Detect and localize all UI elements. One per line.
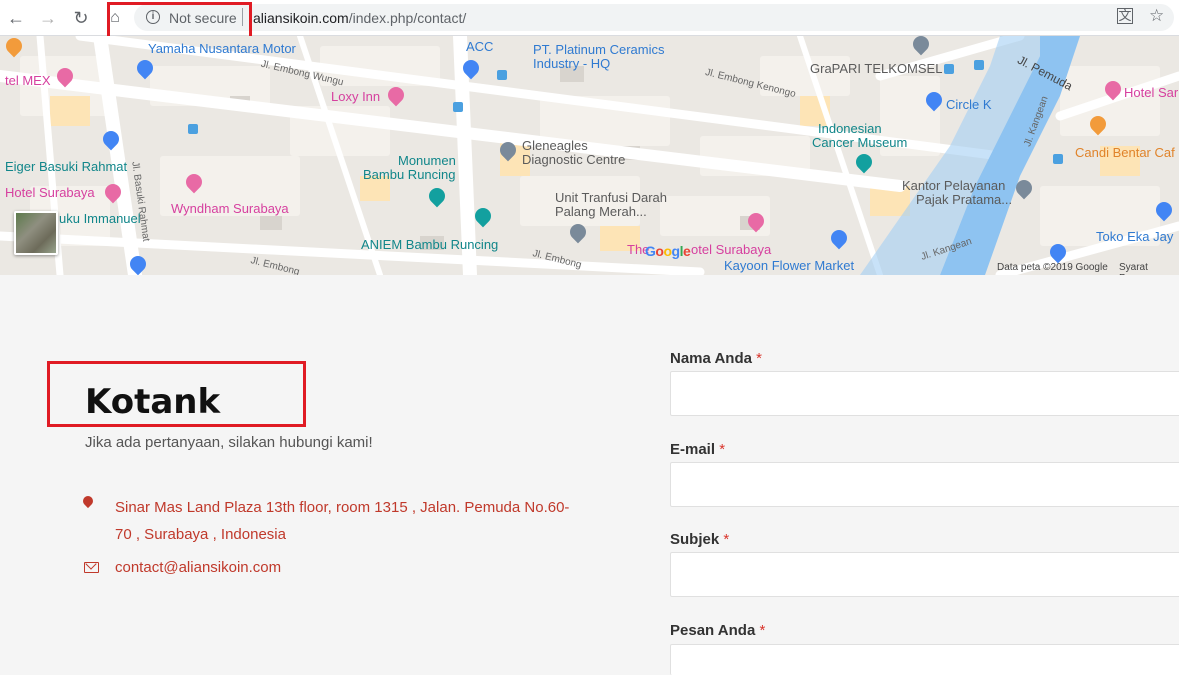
map-place-label[interactable]: uku Immanuel <box>59 212 141 226</box>
required-mark: * <box>719 441 726 458</box>
map-data-credit: Data peta ©2019 Google <box>997 262 1108 273</box>
map-place-label[interactable]: tel MEX <box>5 74 51 88</box>
required-mark: * <box>723 531 730 548</box>
name-field-label: Nama Anda * <box>670 350 762 367</box>
map-place-label[interactable]: Diagnostic Centre <box>522 153 625 167</box>
map-place-label[interactable]: Kantor Pelayanan <box>902 179 1005 193</box>
address-bar[interactable]: i Not secure aliansikoin.com/index.php/c… <box>134 4 1174 31</box>
email-field-label: E-mail * <box>670 441 725 458</box>
label-text: Subjek <box>670 531 720 548</box>
url-text[interactable]: aliansikoin.com/index.php/contact/ <box>253 10 466 26</box>
translate-icon[interactable]: 文 <box>1117 8 1133 24</box>
contact-email-link[interactable]: contact@aliansikoin.com <box>115 559 281 576</box>
logo-letter: o <box>663 243 672 259</box>
logo-letter: g <box>671 243 681 259</box>
map-place-label[interactable]: PT. Platinum Ceramics <box>533 43 664 57</box>
bus-stop-icon[interactable] <box>944 64 954 74</box>
map-place-label[interactable]: Circle K <box>946 98 992 112</box>
map-place-label[interactable]: Pajak Pratama... <box>916 193 1012 207</box>
bus-stop-icon[interactable] <box>497 70 507 80</box>
highlight-box-security <box>107 2 252 39</box>
message-textarea[interactable] <box>670 644 1179 675</box>
bus-stop-icon[interactable] <box>974 60 984 70</box>
reload-icon[interactable]: ↻ <box>69 6 93 30</box>
map-place-label[interactable]: Eiger Basuki Rahmat <box>5 160 127 174</box>
map-place-label[interactable]: Hotel Surabaya <box>5 186 95 200</box>
map-place-label[interactable]: Unit Tranfusi Darah <box>555 191 667 205</box>
satellite-view-thumbnail[interactable] <box>14 211 58 255</box>
url-path: /index.php/contact/ <box>348 10 467 26</box>
map-place-label[interactable]: ACC <box>466 40 493 54</box>
highlight-box-title <box>47 361 306 427</box>
envelope-icon <box>84 562 99 573</box>
map-terms-link[interactable]: Syarat Penggu <box>1119 262 1179 275</box>
bus-stop-icon[interactable] <box>188 124 198 134</box>
required-mark: * <box>756 350 762 367</box>
message-field-label: Pesan Anda * <box>670 622 765 639</box>
map-place-label[interactable]: Industry - HQ <box>533 57 610 71</box>
map-place-label[interactable]: otel Surabaya <box>691 243 771 257</box>
logo-letter: G <box>645 243 656 259</box>
bookmark-star-icon[interactable]: ☆ <box>1149 6 1164 26</box>
forward-icon[interactable]: → <box>36 6 60 30</box>
map-place-label[interactable]: Monumen <box>398 154 456 168</box>
map-place-label[interactable]: Palang Merah... <box>555 205 647 219</box>
subject-input[interactable] <box>670 552 1179 597</box>
map-place-label[interactable]: Wyndham Surabaya <box>171 202 289 216</box>
page-subtitle: Jika ada pertanyaan, silakan hubungi kam… <box>85 434 373 451</box>
name-input[interactable] <box>670 371 1179 416</box>
map-place-label[interactable]: Hotel Sar <box>1124 86 1178 100</box>
location-marker-icon <box>80 493 96 509</box>
label-text: E-mail <box>670 441 716 458</box>
map-place-label[interactable]: ANIEM Bambu Runcing <box>361 238 498 252</box>
contact-address: Sinar Mas Land Plaza 13th floor, room 13… <box>115 499 570 543</box>
label-text: Pesan Anda <box>670 622 756 639</box>
subject-field-label: Subjek * <box>670 531 729 548</box>
bus-stop-icon[interactable] <box>1053 154 1063 164</box>
bus-stop-icon[interactable] <box>453 102 463 112</box>
map-place-label[interactable]: Toko Eka Jay <box>1096 230 1173 244</box>
map-place-label[interactable]: Bambu Runcing <box>363 168 456 182</box>
email-input[interactable] <box>670 462 1179 507</box>
map-place-label[interactable]: Gleneagles <box>522 139 588 153</box>
map-place-label[interactable]: GraPARI TELKOMSEL <box>810 62 942 76</box>
map-place-label[interactable]: Kayoon Flower Market <box>724 259 854 273</box>
google-logo: Google <box>645 243 691 259</box>
required-mark: * <box>759 622 766 639</box>
map-place-label[interactable]: Yamaha Nusantara Motor <box>148 42 296 56</box>
map-place-label[interactable]: Loxy Inn <box>331 90 380 104</box>
url-host: aliansikoin.com <box>253 10 349 26</box>
label-text: Nama Anda <box>670 350 752 367</box>
logo-letter: e <box>682 243 691 259</box>
map-place-label[interactable]: Indonesian <box>818 122 882 136</box>
map-place-label[interactable]: Cancer Museum <box>812 136 907 150</box>
map-embed[interactable]: Yamaha Nusantara Motor ACC PT. Platinum … <box>0 36 1179 275</box>
map-place-label[interactable]: Candi Bentar Caf <box>1075 146 1175 160</box>
back-icon[interactable]: ← <box>4 6 28 30</box>
